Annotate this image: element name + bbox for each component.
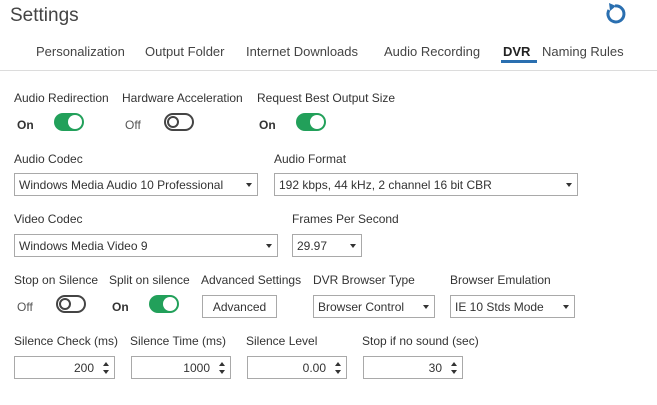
silence-check-value: 200 [73, 361, 94, 375]
hardware-acceleration-state: Off [125, 118, 141, 132]
audio-redirection-label: Audio Redirection [14, 91, 109, 105]
audio-codec-label: Audio Codec [14, 152, 83, 166]
silence-time-value: 1000 [183, 361, 210, 375]
browser-emulation-label: Browser Emulation [450, 273, 551, 287]
hardware-acceleration-label: Hardware Acceleration [122, 91, 243, 105]
chevron-down-icon [563, 305, 569, 309]
split-on-silence-label: Split on silence [109, 273, 190, 287]
page-title: Settings [10, 5, 79, 26]
stop-no-sound-value: 30 [428, 361, 442, 375]
split-on-silence-toggle[interactable] [149, 295, 179, 313]
video-codec-label: Video Codec [14, 212, 83, 226]
fps-label: Frames Per Second [292, 212, 399, 226]
video-codec-value: Windows Media Video 9 [19, 239, 148, 253]
advanced-button[interactable]: Advanced [202, 295, 277, 318]
divider [0, 70, 657, 71]
chevron-down-icon [246, 183, 252, 187]
spin-down-icon[interactable] [451, 370, 457, 374]
hardware-acceleration-toggle[interactable] [164, 113, 194, 131]
silence-level-value: 0.00 [302, 361, 326, 375]
split-on-silence-state: On [112, 300, 129, 314]
tab-dvr[interactable]: DVR [503, 44, 530, 59]
browser-emulation-select[interactable]: IE 10 Stds Mode [450, 295, 575, 318]
stop-no-sound-label: Stop if no sound (sec) [362, 334, 479, 348]
fps-value: 29.97 [297, 239, 328, 253]
spin-down-icon[interactable] [335, 370, 341, 374]
audio-redirection-toggle[interactable] [54, 113, 84, 131]
advanced-settings-label: Advanced Settings [201, 273, 302, 287]
spin-down-icon[interactable] [103, 370, 109, 374]
audio-codec-value: Windows Media Audio 10 Professional [19, 178, 224, 192]
video-codec-select[interactable]: Windows Media Video 9 [14, 234, 278, 257]
refresh-icon[interactable] [600, 0, 630, 28]
tab-naming-rules[interactable]: Naming Rules [542, 44, 624, 59]
audio-format-value: 192 kbps, 44 kHz, 2 channel 16 bit CBR [279, 178, 492, 192]
silence-time-input[interactable]: 1000 [131, 356, 231, 379]
fps-select[interactable]: 29.97 [292, 234, 362, 257]
dvr-browser-type-label: DVR Browser Type [313, 273, 415, 287]
tab-personalization[interactable]: Personalization [36, 44, 125, 59]
stop-on-silence-state: Off [17, 300, 33, 314]
spin-up-icon[interactable] [335, 362, 341, 366]
silence-check-input[interactable]: 200 [14, 356, 115, 379]
chevron-down-icon [350, 244, 356, 248]
tab-internet-downloads[interactable]: Internet Downloads [246, 44, 358, 59]
audio-format-select[interactable]: 192 kbps, 44 kHz, 2 channel 16 bit CBR [274, 173, 578, 196]
dvr-browser-type-select[interactable]: Browser Control [313, 295, 435, 318]
silence-level-input[interactable]: 0.00 [247, 356, 347, 379]
chevron-down-icon [423, 305, 429, 309]
audio-format-label: Audio Format [274, 152, 347, 166]
request-best-output-state: On [259, 118, 276, 132]
audio-redirection-state: On [17, 118, 34, 132]
audio-codec-select[interactable]: Windows Media Audio 10 Professional [14, 173, 258, 196]
request-best-output-label: Request Best Output Size [257, 91, 396, 105]
stop-on-silence-label: Stop on Silence [14, 273, 99, 287]
spin-up-icon[interactable] [103, 362, 109, 366]
tab-bar: Personalization Output Folder Internet D… [0, 42, 657, 64]
stop-on-silence-toggle[interactable] [56, 295, 86, 313]
spin-down-icon[interactable] [219, 370, 225, 374]
silence-check-label: Silence Check (ms) [14, 334, 119, 348]
stop-no-sound-input[interactable]: 30 [363, 356, 463, 379]
silence-time-label: Silence Time (ms) [130, 334, 227, 348]
request-best-output-toggle[interactable] [296, 113, 326, 131]
dvr-browser-type-value: Browser Control [318, 300, 405, 314]
chevron-down-icon [266, 244, 272, 248]
spin-up-icon[interactable] [451, 362, 457, 366]
tab-output-folder[interactable]: Output Folder [145, 44, 225, 59]
browser-emulation-value: IE 10 Stds Mode [455, 300, 544, 314]
chevron-down-icon [566, 183, 572, 187]
spin-up-icon[interactable] [219, 362, 225, 366]
tab-audio-recording[interactable]: Audio Recording [384, 44, 480, 59]
silence-level-label: Silence Level [246, 334, 318, 348]
active-tab-indicator [501, 60, 537, 63]
